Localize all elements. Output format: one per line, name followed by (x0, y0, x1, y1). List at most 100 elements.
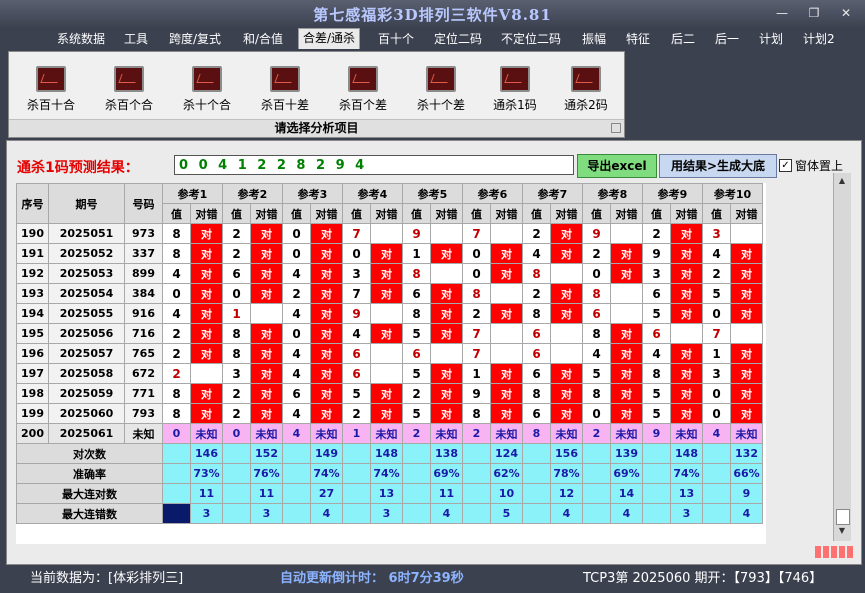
cell-value: 8 (222, 323, 251, 344)
table-row[interactable]: 198 2025059 771 8 对 2 对 6 对 5 对 2 对 9 对 8 对 8 对 5 对 0 对 (16, 383, 763, 404)
menu-unfixed-two[interactable]: 不定位二码 (501, 30, 561, 47)
prediction-result-field[interactable]: 0 0 4 1 2 2 8 2 9 4 (174, 155, 574, 175)
maximize-icon[interactable]: ❐ (805, 6, 823, 20)
table-row[interactable]: 192 2025053 899 4 对 6 对 4 对 3 对 8 0 对 8 0 对 3 对 2 对 (16, 263, 763, 284)
cell-hit: 对 (310, 323, 343, 344)
header-ref: 参考3 (282, 183, 343, 204)
row-issue: 2025059 (48, 383, 125, 404)
menu-sum-diff-kill[interactable]: 合差/通杀 (298, 28, 361, 49)
cell-value: 4 (282, 403, 311, 424)
cell-value: 2 (222, 403, 251, 424)
scroll-down-icon[interactable]: ▼ (836, 525, 848, 537)
check-icon: ✓ (779, 159, 792, 172)
table-row[interactable]: 190 2025051 973 8 对 2 对 0 对 7 9 7 2 对 9 2 对 3 (16, 223, 763, 244)
cell-value: 5 (642, 303, 671, 324)
pending-row[interactable]: 200 2025061 未知 0 未知 0 未知 4 未知 1 未知 2 未知 2 未知 8 未知 2 未知 9 未知 4… (16, 423, 763, 444)
row-seq: 191 (16, 243, 49, 264)
cell-miss (370, 223, 403, 244)
stats-spacer (402, 483, 431, 504)
scroll-thumb[interactable] (836, 509, 850, 525)
cell-hit: 对 (430, 243, 463, 264)
ribbon-button-kill-bg-diff[interactable]: 杀百个差 (330, 66, 396, 113)
stats-spacer (702, 463, 731, 484)
menu-sum-value[interactable]: 和/合值 (243, 30, 283, 47)
ribbon-button-kill-bg-sum[interactable]: 杀百个合 (96, 66, 162, 113)
menu-feature[interactable]: 特征 (626, 30, 650, 47)
stats-value: 76% (250, 463, 283, 484)
cell-value: 4 (582, 343, 611, 364)
cell-hit: 对 (550, 283, 583, 304)
stats-spacer (462, 503, 491, 524)
cell-value: 0 (702, 403, 731, 424)
row-issue: 2025055 (48, 303, 125, 324)
cell-miss (730, 223, 763, 244)
menu-hundreds-tens-units[interactable]: 百十个 (378, 30, 414, 47)
stats-spacer (222, 503, 251, 524)
scroll-up-icon[interactable]: ▲ (836, 175, 848, 187)
expand-icon[interactable] (611, 123, 621, 133)
cell-hit: 对 (310, 343, 343, 364)
table-row[interactable]: 195 2025056 716 2 对 8 对 0 对 4 对 5 对 7 6 8 对 6 7 (16, 323, 763, 344)
stay-on-top-label: 窗体置上 (795, 159, 844, 173)
cell-value: 0 (582, 403, 611, 424)
vertical-scrollbar[interactable]: ▲ ▼ (833, 173, 851, 541)
cell-value: 4 (282, 263, 311, 284)
table-row[interactable]: 194 2025055 916 4 对 1 4 对 9 8 对 2 对 8 对 6 5 对 0 对 (16, 303, 763, 324)
cell-hit: 对 (490, 243, 523, 264)
minimize-icon[interactable]: — (773, 6, 791, 20)
header-result: 对错 (490, 203, 523, 224)
cell-value: 8 (462, 403, 491, 424)
stats-spacer (342, 503, 371, 524)
cell-hit: 对 (310, 243, 343, 264)
export-excel-button[interactable]: 导出excel (577, 154, 657, 178)
stats-spacer (702, 503, 731, 524)
cell-value: 7 (342, 223, 371, 244)
stats-value: 3 (670, 503, 703, 524)
stats-value: 149 (310, 443, 343, 464)
cell-value: 1 (702, 343, 731, 364)
ribbon-button-kill-two-code[interactable]: 通杀2码 (553, 66, 619, 113)
menu-amplitude[interactable]: 振幅 (582, 30, 606, 47)
cell-hit: 对 (670, 243, 703, 264)
stats-spacer (342, 443, 371, 464)
header-result: 对错 (190, 203, 223, 224)
ribbon-button-kill-sg-diff[interactable]: 杀十个差 (408, 66, 474, 113)
menu-fixed-two[interactable]: 定位二码 (434, 30, 482, 47)
stats-spacer (462, 463, 491, 484)
cell-value: 6 (642, 323, 671, 344)
stay-on-top-checkbox[interactable]: ✓ 窗体置上 (779, 157, 843, 174)
menu-span-compound[interactable]: 跨度/复式 (169, 30, 221, 47)
row-issue: 2025051 (48, 223, 125, 244)
row-issue: 2025060 (48, 403, 125, 424)
cell-value: 8 (162, 383, 191, 404)
menu-plan[interactable]: 计划 (759, 30, 783, 47)
menu-system-data[interactable]: 系统数据 (57, 30, 105, 47)
ribbon-button-label: 杀百个合 (104, 98, 153, 112)
generate-pool-button[interactable]: 用结果>生成大底 (659, 154, 777, 178)
row-number: 672 (124, 363, 163, 384)
ribbon-button-kill-sg-sum[interactable]: 杀十个合 (174, 66, 240, 113)
table-row[interactable]: 197 2025058 672 2 3 对 4 对 6 5 对 1 对 6 对 5 对 8 对 3 对 (16, 363, 763, 384)
menu-last-two[interactable]: 后二 (671, 30, 695, 47)
ribbon-button-kill-one-code[interactable]: 通杀1码 (482, 66, 548, 113)
cell-hit: 对 (670, 403, 703, 424)
ribbon-button-kill-bs-sum[interactable]: 杀百十合 (18, 66, 84, 113)
cell-value: 2 (222, 243, 251, 264)
menu-last-one[interactable]: 后一 (715, 30, 739, 47)
cell-unknown: 未知 (730, 423, 763, 444)
cell-value: 0 (222, 283, 251, 304)
cell-value: 0 (702, 303, 731, 324)
row-number: 793 (124, 403, 163, 424)
stats-value: 12 (550, 483, 583, 504)
chart-icon (426, 66, 456, 92)
table-row[interactable]: 196 2025057 765 2 对 8 对 4 对 6 6 7 6 4 对 4 对 1 对 (16, 343, 763, 364)
ribbon-button-kill-bs-diff[interactable]: 杀百十差 (252, 66, 318, 113)
close-icon[interactable]: ✕ (837, 6, 855, 20)
stats-spacer (282, 463, 311, 484)
menu-tools[interactable]: 工具 (124, 30, 148, 47)
table-row[interactable]: 199 2025060 793 8 对 2 对 4 对 2 对 5 对 8 对 6 对 0 对 5 对 0 对 (16, 403, 763, 424)
table-row[interactable]: 193 2025054 384 0 对 0 对 2 对 7 对 6 对 8 2 对 8 6 对 5 对 (16, 283, 763, 304)
cell-value: 6 (522, 323, 551, 344)
menu-plan-2[interactable]: 计划2 (803, 30, 835, 47)
table-row[interactable]: 191 2025052 337 8 对 2 对 0 对 0 对 1 对 0 对 4 对 2 对 9 对 4 对 (16, 243, 763, 264)
